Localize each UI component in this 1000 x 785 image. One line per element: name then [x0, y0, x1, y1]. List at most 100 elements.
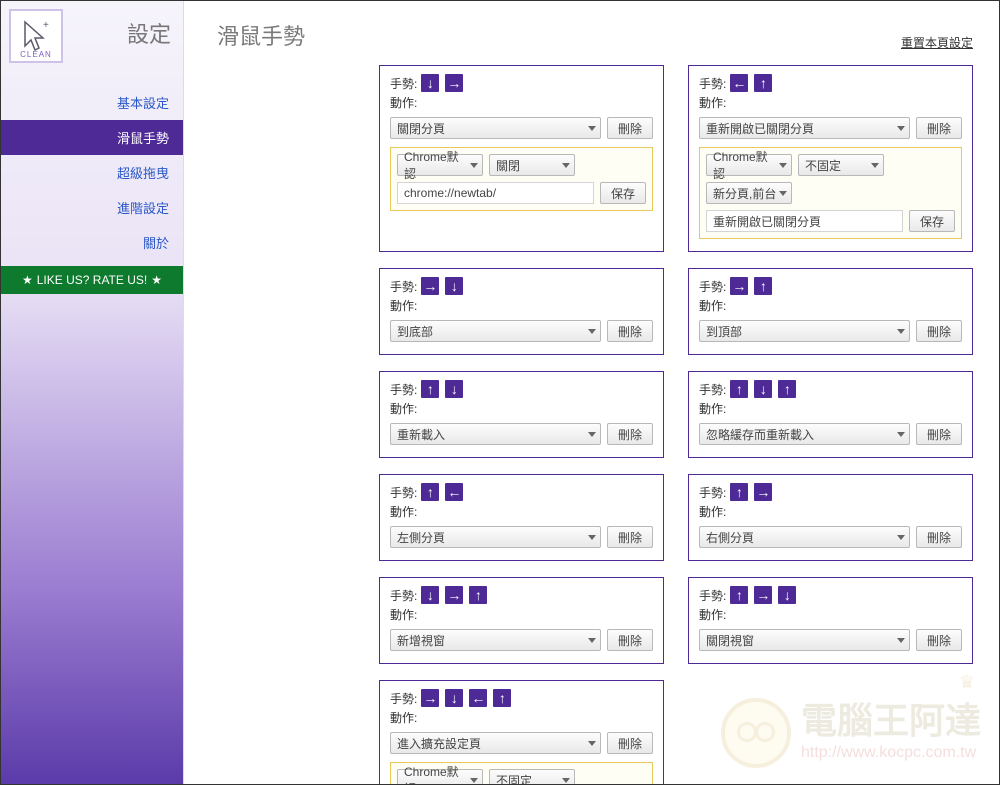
- gesture-card: 手勢:↑→動作:右側分頁刪除: [688, 474, 973, 561]
- nav-about[interactable]: 關於: [1, 225, 183, 260]
- gesture-card: 手勢:↑↓動作:重新載入刪除: [379, 371, 664, 458]
- gesture-subconfig: Chrome默認不固定新分頁,前台保存: [390, 762, 653, 784]
- chevron-down-icon: [779, 191, 787, 196]
- delete-button[interactable]: 刪除: [607, 629, 653, 651]
- chevron-down-icon: [470, 778, 478, 783]
- reset-page-link[interactable]: 重置本頁設定: [901, 34, 973, 51]
- action-label: 動作:: [390, 94, 417, 111]
- gesture-arrow-icon: ↑: [754, 277, 772, 295]
- rate-us-bar[interactable]: ★ LIKE US? RATE US! ★: [1, 266, 183, 294]
- save-button[interactable]: 保存: [909, 210, 955, 232]
- action-label: 動作:: [390, 297, 417, 314]
- dropdown-select[interactable]: 左側分頁: [390, 526, 601, 548]
- delete-button[interactable]: 刪除: [607, 732, 653, 754]
- gesture-card: 手勢:←↑動作:重新開啟已關閉分頁刪除Chrome默認不固定新分頁,前台保存: [688, 65, 973, 252]
- dropdown-select[interactable]: 右側分頁: [699, 526, 910, 548]
- gesture-label: 手勢:: [390, 484, 417, 501]
- gesture-arrow-icon: ↑: [493, 689, 511, 707]
- nav-mouse-gestures[interactable]: 滑鼠手勢: [1, 120, 183, 155]
- delete-button[interactable]: 刪除: [916, 320, 962, 342]
- gesture-input[interactable]: [397, 182, 594, 204]
- chevron-down-icon: [588, 638, 596, 643]
- star-icon: ★: [151, 273, 162, 287]
- dropdown-select[interactable]: 新分頁,前台: [706, 182, 792, 204]
- gesture-card: 手勢:↑→↓動作:關閉視窗刪除: [688, 577, 973, 664]
- gesture-card: 手勢:↓→動作:關閉分頁刪除Chrome默認關閉保存: [379, 65, 664, 252]
- delete-button[interactable]: 刪除: [607, 320, 653, 342]
- gesture-arrow-icon: ↑: [421, 380, 439, 398]
- gesture-arrow-icon: ↑: [421, 483, 439, 501]
- dropdown-select[interactable]: 到頂部: [699, 320, 910, 342]
- chevron-down-icon: [897, 126, 905, 131]
- action-label: 動作:: [699, 606, 726, 623]
- dropdown-select[interactable]: Chrome默認: [397, 154, 483, 176]
- delete-button[interactable]: 刪除: [916, 526, 962, 548]
- chevron-down-icon: [588, 535, 596, 540]
- gesture-arrow-icon: →: [445, 74, 463, 92]
- gesture-arrow-icon: →: [754, 586, 772, 604]
- svg-text:+: +: [43, 20, 49, 31]
- dropdown-value: Chrome默認: [404, 763, 470, 784]
- gesture-input[interactable]: [706, 210, 903, 232]
- chevron-down-icon: [897, 638, 905, 643]
- nav-advanced-settings[interactable]: 進階設定: [1, 190, 183, 225]
- chevron-down-icon: [871, 163, 879, 168]
- gesture-arrow-icon: →: [730, 277, 748, 295]
- gesture-arrow-icon: ←: [730, 74, 748, 92]
- dropdown-select[interactable]: 不固定: [489, 769, 575, 784]
- dropdown-select[interactable]: 重新載入: [390, 423, 601, 445]
- delete-button[interactable]: 刪除: [607, 423, 653, 445]
- gesture-arrow-icon: ↑: [730, 586, 748, 604]
- chevron-down-icon: [779, 163, 787, 168]
- rate-us-label: LIKE US? RATE US!: [37, 273, 147, 287]
- action-label: 動作:: [390, 400, 417, 417]
- chevron-down-icon: [588, 329, 596, 334]
- dropdown-select[interactable]: 到底部: [390, 320, 601, 342]
- action-label: 動作:: [390, 709, 417, 726]
- dropdown-select[interactable]: 關閉視窗: [699, 629, 910, 651]
- dropdown-select[interactable]: 進入擴充設定頁: [390, 732, 601, 754]
- gesture-label: 手勢:: [390, 587, 417, 604]
- delete-button[interactable]: 刪除: [607, 526, 653, 548]
- dropdown-value: 忽略緩存而重新載入: [706, 426, 814, 443]
- gesture-arrow-icon: →: [421, 277, 439, 295]
- gesture-label: 手勢:: [699, 381, 726, 398]
- chevron-down-icon: [897, 432, 905, 437]
- gesture-arrow-icon: →: [421, 689, 439, 707]
- dropdown-value: 不固定: [496, 772, 532, 785]
- dropdown-select[interactable]: 重新開啟已關閉分頁: [699, 117, 910, 139]
- gesture-arrow-icon: ↑: [754, 74, 772, 92]
- star-icon: ★: [22, 273, 33, 287]
- chevron-down-icon: [897, 329, 905, 334]
- delete-button[interactable]: 刪除: [916, 629, 962, 651]
- gesture-card: 手勢:→↓←↑動作:進入擴充設定頁刪除Chrome默認不固定新分頁,前台保存: [379, 680, 664, 784]
- dropdown-select[interactable]: 忽略緩存而重新載入: [699, 423, 910, 445]
- delete-button[interactable]: 刪除: [607, 117, 653, 139]
- gesture-label: 手勢:: [390, 278, 417, 295]
- gesture-arrow-icon: ↑: [730, 380, 748, 398]
- dropdown-value: 左側分頁: [397, 529, 445, 546]
- dropdown-value: 右側分頁: [706, 529, 754, 546]
- nav-basic-settings[interactable]: 基本設定: [1, 85, 183, 120]
- dropdown-select[interactable]: 新增視窗: [390, 629, 601, 651]
- dropdown-select[interactable]: 不固定: [798, 154, 884, 176]
- save-button[interactable]: 保存: [600, 182, 646, 204]
- dropdown-select[interactable]: Chrome默認: [706, 154, 792, 176]
- dropdown-value: 不固定: [805, 157, 841, 174]
- delete-button[interactable]: 刪除: [916, 423, 962, 445]
- dropdown-select[interactable]: 關閉: [489, 154, 575, 176]
- gesture-arrow-icon: ←: [445, 483, 463, 501]
- chevron-down-icon: [588, 126, 596, 131]
- dropdown-value: 關閉: [496, 157, 520, 174]
- delete-button[interactable]: 刪除: [916, 117, 962, 139]
- gesture-label: 手勢:: [390, 690, 417, 707]
- gesture-card: 手勢:→↑動作:到頂部刪除: [688, 268, 973, 355]
- gesture-arrow-icon: ↓: [754, 380, 772, 398]
- nav-super-drag[interactable]: 超級拖曳: [1, 155, 183, 190]
- main-content: 滑鼠手勢 重置本頁設定 手勢:↓→動作:關閉分頁刪除Chrome默認關閉保存手勢…: [191, 1, 999, 784]
- dropdown-value: 到底部: [397, 323, 433, 340]
- dropdown-select[interactable]: 關閉分頁: [390, 117, 601, 139]
- logo-clean-label: CLEAN: [11, 50, 61, 59]
- dropdown-select[interactable]: Chrome默認: [397, 769, 483, 784]
- gesture-label: 手勢:: [699, 484, 726, 501]
